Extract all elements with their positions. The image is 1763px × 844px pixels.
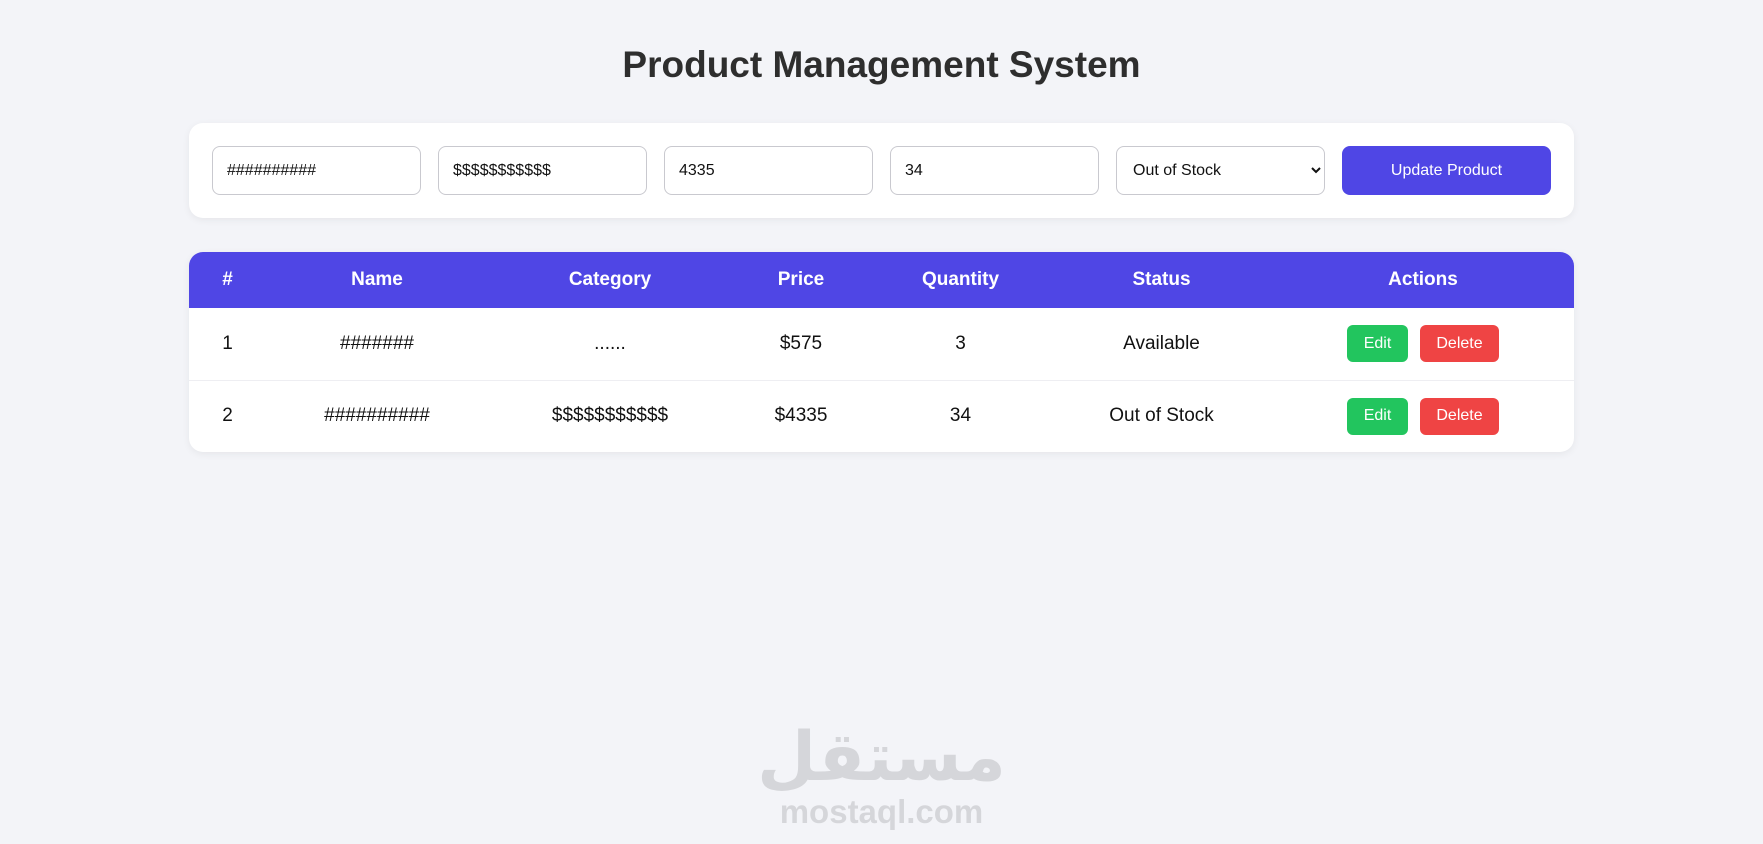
edit-button[interactable]: Edit <box>1347 397 1408 435</box>
table-header-row: # Name Category Price Quantity Status Ac… <box>189 252 1574 308</box>
header-category: Category <box>568 269 652 290</box>
cell-status: Out of Stock <box>1109 405 1214 427</box>
products-table: # Name Category Price Quantity Status Ac… <box>189 252 1574 452</box>
cell-name: ########## <box>324 405 430 427</box>
cell-actions: Edit Delete <box>1272 308 1574 380</box>
cell-actions: Edit Delete <box>1272 380 1574 452</box>
delete-button[interactable]: Delete <box>1420 325 1499 363</box>
name-input[interactable] <box>212 146 421 195</box>
cell-quantity: 3 <box>955 332 966 354</box>
status-select[interactable]: Out of Stock <box>1116 146 1325 195</box>
price-input[interactable] <box>664 146 873 195</box>
cell-price: $575 <box>779 332 823 354</box>
update-product-button[interactable]: Update Product <box>1342 146 1551 195</box>
cell-index: 2 <box>222 405 233 427</box>
table-row: 1 ####### ...... $575 3 Available Edit D… <box>189 308 1574 380</box>
cell-status: Available <box>1123 332 1200 354</box>
header-status: Status <box>1132 269 1191 290</box>
page-title: Product Management System <box>622 44 1141 85</box>
quantity-input[interactable] <box>890 146 1099 195</box>
row-actions: Edit Delete <box>1272 325 1574 363</box>
cell-quantity: 34 <box>949 405 972 427</box>
cell-category: ...... <box>594 332 626 354</box>
cell-category: $$$$$$$$$$$ <box>551 405 669 427</box>
edit-button[interactable]: Edit <box>1347 325 1408 363</box>
category-input[interactable] <box>438 146 647 195</box>
header-price: Price <box>777 269 825 290</box>
watermark-latin-text: mostaql.com <box>779 793 984 830</box>
header-actions: Actions <box>1388 269 1458 290</box>
product-form: Out of Stock Update Product <box>189 123 1574 218</box>
header-index: # <box>222 269 233 290</box>
cell-price: $4335 <box>774 405 828 427</box>
watermark-arabic-text: مستقل <box>757 718 1006 797</box>
header-quantity: Quantity <box>921 269 1000 290</box>
row-actions: Edit Delete <box>1272 397 1574 435</box>
mostaql-watermark-logo: مستقل mostaql.com <box>0 722 1763 830</box>
table-row: 2 ########## $$$$$$$$$$$ $4335 34 Out of… <box>189 380 1574 452</box>
header-name: Name <box>351 269 403 290</box>
cell-name: ####### <box>340 332 414 354</box>
products-table-card: # Name Category Price Quantity Status Ac… <box>189 252 1574 452</box>
cell-index: 1 <box>222 332 233 354</box>
delete-button[interactable]: Delete <box>1420 397 1499 435</box>
